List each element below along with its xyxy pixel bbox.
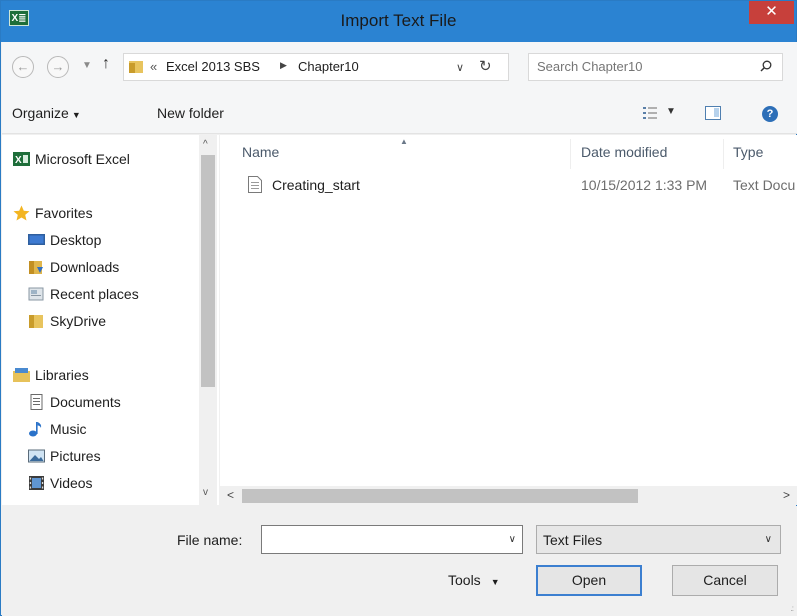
file-name-label: File name: — [177, 532, 243, 548]
skydrive-icon — [29, 315, 43, 328]
view-options-dropdown[interactable]: ▼ — [666, 106, 676, 117]
column-header-date-modified[interactable]: Date modified — [581, 144, 667, 160]
downloads-icon — [29, 261, 43, 274]
breadcrumb-excel-2013-sbs[interactable]: Excel 2013 SBS — [166, 59, 260, 74]
title-bar[interactable]: X≣ Import Text File ✕ — [1, 1, 796, 42]
documents-icon — [30, 394, 43, 410]
forward-button[interactable]: → — [47, 56, 69, 78]
tools-menu[interactable]: Tools ▼ — [448, 572, 500, 588]
window-title: Import Text File — [340, 11, 457, 30]
import-text-file-dialog: X≣ Import Text File ✕ ← → ▼ ↑ « Excel 20… — [0, 0, 797, 616]
file-type-value: Text Files — [543, 532, 603, 548]
file-name-combobox[interactable]: ∨ — [261, 525, 523, 554]
sidebar-item-label: Recent places — [50, 286, 139, 302]
videos-icon — [29, 476, 44, 490]
sidebar-item-label: Downloads — [50, 259, 120, 275]
preview-pane-icon[interactable] — [705, 106, 721, 120]
search-input[interactable] — [537, 59, 747, 74]
sidebar-item-label: SkyDrive — [50, 313, 107, 329]
chevron-down-icon: ▼ — [490, 577, 500, 587]
recent-locations-dropdown[interactable]: ▼ — [82, 60, 92, 71]
chevron-down-icon: ▼ — [71, 110, 81, 120]
music-icon — [29, 422, 42, 437]
excel-icon: X — [13, 152, 30, 166]
text-file-icon — [248, 176, 262, 193]
tools-label: Tools — [448, 572, 481, 588]
chevron-right-icon[interactable]: ▶ — [280, 60, 287, 71]
scroll-left-icon[interactable]: < — [227, 488, 234, 502]
pictures-icon — [28, 449, 45, 463]
desktop-icon — [28, 234, 45, 245]
svg-text:X: X — [15, 155, 22, 166]
close-button[interactable]: ✕ — [749, 1, 794, 24]
column-header-type[interactable]: Type — [733, 144, 763, 160]
file-type-select[interactable]: Text Files ∨ — [536, 525, 781, 554]
sidebar-item-label: Pictures — [50, 448, 101, 464]
libraries-icon — [13, 368, 30, 382]
scroll-right-icon[interactable]: > — [783, 488, 790, 502]
dialog-footer: File name: ∨ Text Files ∨ Tools ▼ Open Ca… — [2, 506, 797, 616]
file-list[interactable]: ▲ Name Date modified Type Creating_start… — [220, 135, 797, 486]
column-divider[interactable] — [570, 139, 571, 169]
navigation-pane[interactable]: X Microsoft Excel Favorites Desktop Down… — [2, 135, 219, 505]
file-name-input[interactable] — [267, 531, 492, 547]
folder-icon — [129, 61, 143, 73]
address-row: ← → ▼ ↑ « Excel 2013 SBS ▶ Chapter10 ∨ ↻ — [2, 42, 797, 94]
scroll-down-icon[interactable]: v — [203, 487, 208, 498]
file-date-modified: 10/15/2012 1:33 PM — [581, 177, 708, 193]
command-toolbar: Organize ▼ New folder ▼ ? — [2, 94, 797, 134]
sidebar-item-label: Documents — [50, 394, 121, 410]
navigation-pane-scrollbar[interactable]: ^ v — [199, 135, 217, 505]
column-divider[interactable] — [723, 139, 724, 169]
up-button[interactable]: ↑ — [102, 55, 110, 73]
change-view-icon[interactable] — [643, 107, 657, 119]
sidebar-item-label: Videos — [50, 475, 93, 491]
new-folder-button[interactable]: New folder — [157, 105, 224, 121]
sidebar-item-label: Desktop — [50, 232, 102, 248]
sidebar-item-label: Music — [50, 421, 87, 437]
column-header-name[interactable]: Name — [242, 144, 279, 160]
address-overflow[interactable]: « — [150, 59, 157, 74]
address-dropdown-icon[interactable]: ∨ — [456, 61, 464, 74]
search-box[interactable] — [528, 53, 783, 81]
scroll-thumb[interactable] — [201, 155, 215, 387]
address-bar[interactable]: « Excel 2013 SBS ▶ Chapter10 ∨ ↻ — [123, 53, 509, 81]
scroll-up-icon[interactable]: ^ — [203, 139, 208, 150]
horizontal-scroll-thumb[interactable] — [242, 489, 638, 503]
star-icon — [13, 205, 30, 221]
recent-places-icon — [28, 287, 44, 301]
chevron-down-icon: ∨ — [764, 534, 772, 545]
chevron-down-icon[interactable]: ∨ — [509, 534, 516, 545]
breadcrumb-chapter10[interactable]: Chapter10 — [298, 59, 359, 74]
refresh-icon[interactable]: ↻ — [479, 57, 492, 75]
search-icon[interactable] — [760, 60, 772, 72]
resize-grip-icon[interactable]: .: — [791, 604, 795, 613]
file-type: Text Docu — [733, 177, 796, 193]
cancel-button[interactable]: Cancel — [672, 565, 778, 596]
sidebar-item-label: Microsoft Excel — [35, 151, 130, 167]
open-button[interactable]: Open — [536, 565, 642, 596]
organize-menu[interactable]: Organize ▼ — [12, 105, 81, 121]
sort-ascending-icon: ▲ — [400, 137, 408, 146]
file-name[interactable]: Creating_start — [272, 177, 360, 193]
organize-label: Organize — [12, 105, 69, 121]
sidebar-item-label: Favorites — [35, 205, 93, 221]
back-button[interactable]: ← — [12, 56, 34, 78]
sidebar-item-label: Libraries — [35, 367, 89, 383]
file-list-horizontal-scrollbar[interactable]: < > — [220, 486, 797, 505]
help-icon[interactable]: ? — [762, 106, 778, 122]
file-row[interactable]: Creating_start 10/15/2012 1:33 PM Text D… — [220, 173, 797, 199]
